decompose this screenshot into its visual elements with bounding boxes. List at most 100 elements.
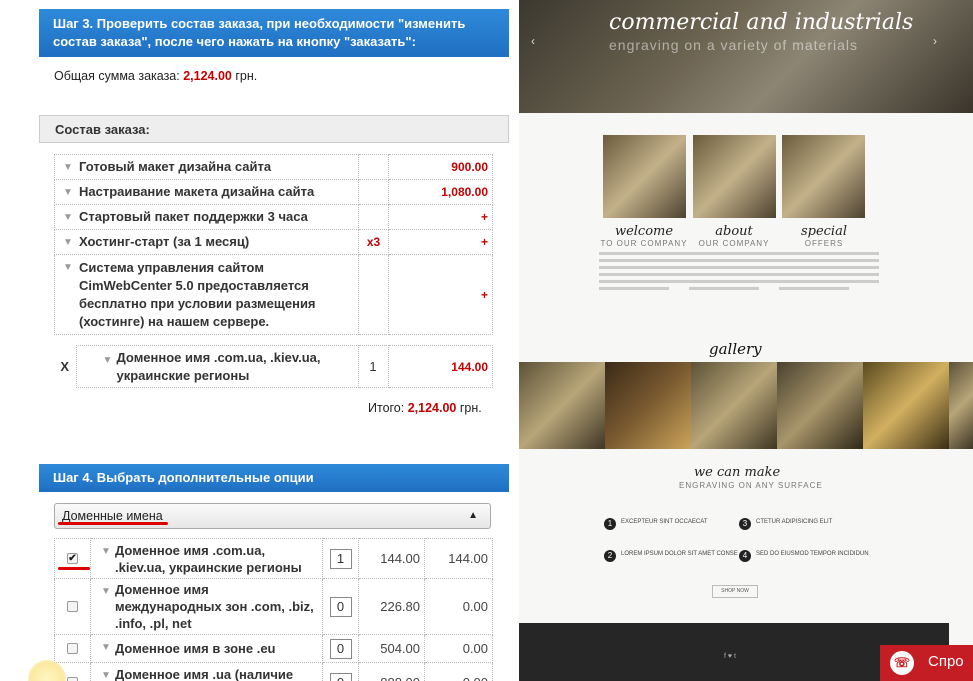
- gallery-image[interactable]: [863, 362, 949, 449]
- item-price: 900.00: [388, 154, 493, 180]
- gallery-image[interactable]: [777, 362, 863, 449]
- bullet-text: CTETUR ADIPISICING ELIT: [756, 519, 833, 525]
- chevron-down-icon[interactable]: ▼: [101, 543, 111, 560]
- option-checkbox[interactable]: [67, 601, 78, 612]
- hero-banner: ‹ commercial and industrials engraving o…: [519, 0, 973, 113]
- bullet-text: LOREM IPSUM DOLOR SIT AMET CONSE: [621, 551, 738, 557]
- option-checkbox[interactable]: [67, 643, 78, 654]
- option-price: 144.00: [358, 538, 425, 579]
- order-total: Общая сумма заказа: 2,124.00 грн.: [54, 69, 257, 83]
- option-name: Доменное имя в зоне .eu: [115, 641, 276, 656]
- gallery-image[interactable]: [605, 362, 691, 449]
- order-form: Шаг 3. Проверить состав заказа, при необ…: [0, 0, 519, 681]
- option-sum: 0.00: [424, 662, 493, 681]
- hero-title: commercial and industrials: [609, 10, 914, 35]
- item-name: Система управления сайтом CimWebCenter 5…: [79, 259, 316, 329]
- subtotal: Итого: 2,124.00 грн.: [368, 401, 482, 415]
- order-total-label: Общая сумма заказа:: [54, 69, 180, 83]
- option-name: Доменное имя международных зон .com, .bi…: [115, 582, 314, 631]
- chat-label: Спро: [928, 653, 964, 670]
- item-price: +: [388, 229, 493, 255]
- option-price: 504.00: [358, 634, 425, 663]
- chevron-down-icon[interactable]: ▼: [101, 667, 111, 681]
- table-row: ▼ Доменное имя .ua (наличие торговой марк…: [54, 662, 493, 681]
- item-name: Стартовый пакет поддержки 3 часа: [79, 209, 308, 224]
- bullet-number: 3: [739, 518, 751, 530]
- feature-image: [782, 135, 865, 218]
- item-qty: 1: [357, 345, 389, 388]
- shop-now-button[interactable]: SHOP NOW: [712, 585, 758, 598]
- gallery-image[interactable]: [949, 362, 973, 449]
- subtotal-currency: грн.: [459, 401, 482, 415]
- chevron-up-icon: ▲: [468, 510, 478, 521]
- quantity-input[interactable]: 0: [329, 672, 352, 681]
- item-name: Настраивание макета дизайна сайта: [79, 184, 315, 199]
- item-qty: x3: [358, 229, 389, 255]
- item-qty: [358, 204, 389, 230]
- order-items-table: ▼ Готовый макет дизайна сайта 900.00 ▼ Наст…: [54, 154, 493, 335]
- option-checkbox[interactable]: ✔: [67, 553, 78, 564]
- gallery-image[interactable]: [519, 362, 605, 449]
- chevron-down-icon[interactable]: ▼: [63, 184, 73, 202]
- gallery-title: gallery: [709, 340, 762, 358]
- col-subtitle: OFFERS: [804, 239, 844, 248]
- underline-annotation: [58, 522, 168, 525]
- chevron-down-icon[interactable]: ▼: [63, 234, 73, 252]
- table-row: ▼ Хостинг-старт (за 1 месяц) x3 +: [54, 229, 493, 255]
- table-row: ▼ Готовый макет дизайна сайта 900.00: [54, 154, 493, 180]
- item-price: +: [388, 204, 493, 230]
- item-name: Готовый макет дизайна сайта: [79, 159, 272, 174]
- chat-icon: ☏: [890, 651, 914, 675]
- item-price: 144.00: [387, 345, 493, 388]
- step3-header: Шаг 3. Проверить состав заказа, при необ…: [39, 9, 509, 57]
- chevron-down-icon[interactable]: ▼: [63, 209, 73, 227]
- option-sum: 144.00: [424, 538, 493, 579]
- chevron-right-icon[interactable]: ›: [933, 34, 937, 48]
- feature-image: [603, 135, 686, 218]
- option-checkbox[interactable]: [67, 677, 78, 681]
- item-price: 1,080.00: [388, 179, 493, 205]
- placeholder-text: [779, 252, 879, 294]
- order-total-currency: грн.: [235, 69, 258, 83]
- item-price: +: [388, 254, 493, 335]
- chevron-down-icon[interactable]: ▼: [63, 259, 73, 277]
- subtotal-amount: 2,124.00: [407, 401, 457, 415]
- option-name: Доменное имя .ua (наличие торговой марки…: [115, 666, 294, 681]
- bullet-text: SED DO EIUSMOD TEMPOR INCIDIDUN: [756, 551, 869, 557]
- option-sum: 0.00: [424, 578, 493, 635]
- order-total-amount: 2,124.00: [183, 69, 232, 83]
- chat-widget-button[interactable]: ☏ Спро: [880, 645, 973, 681]
- bullet-text: EXCEPTEUR SINT OCCAECAT: [621, 519, 708, 525]
- template-preview: ‹ commercial and industrials engraving o…: [519, 0, 973, 681]
- chevron-down-icon[interactable]: ▼: [101, 583, 111, 600]
- quantity-input[interactable]: 0: [329, 638, 352, 659]
- quantity-input[interactable]: 1: [329, 548, 352, 569]
- make-subtitle: ENGRAVING ON ANY SURFACE: [679, 481, 823, 490]
- domain-item-table: X ▼ Доменное имя .com.ua, .kiev.ua, украи…: [54, 345, 493, 388]
- select-value: Доменные имена: [62, 509, 163, 523]
- options-table: ✔ ▼ Доменное имя .com.ua, .kiev.ua, украи…: [54, 538, 493, 681]
- feature-image: [693, 135, 776, 218]
- quantity-input[interactable]: 0: [329, 596, 352, 617]
- step4-header: Шаг 4. Выбрать дополнительные опции: [39, 464, 509, 492]
- bullet-number: 1: [604, 518, 616, 530]
- social-icons[interactable]: f ♥ t: [724, 653, 736, 660]
- remove-item-button[interactable]: X: [54, 346, 76, 388]
- table-row: ▼ Доменное имя международных зон .com, .b…: [54, 578, 493, 635]
- table-row: ▼ Система управления сайтом CimWebCenter …: [54, 254, 493, 335]
- table-row: ✔ ▼ Доменное имя .com.ua, .kiev.ua, украи…: [54, 538, 493, 579]
- options-category-select[interactable]: Доменные имена ▲: [54, 503, 491, 529]
- bullet-number: 4: [739, 550, 751, 562]
- placeholder-text: [689, 252, 789, 294]
- chevron-down-icon[interactable]: ▼: [103, 352, 113, 370]
- item-name: Хостинг-старт (за 1 месяц): [79, 234, 250, 249]
- option-name: Доменное имя .com.ua, .kiev.ua, украинск…: [115, 542, 302, 575]
- chevron-down-icon[interactable]: ▼: [63, 159, 73, 177]
- chevron-left-icon[interactable]: ‹: [531, 34, 535, 48]
- item-qty: [358, 179, 389, 205]
- chevron-down-icon[interactable]: ▼: [101, 639, 111, 656]
- table-row: ▼ Доменное имя в зоне .eu 0 504.00 0.00: [54, 634, 493, 663]
- option-price: 226.80: [358, 578, 425, 635]
- item-qty: [358, 154, 389, 180]
- gallery-image[interactable]: [691, 362, 777, 449]
